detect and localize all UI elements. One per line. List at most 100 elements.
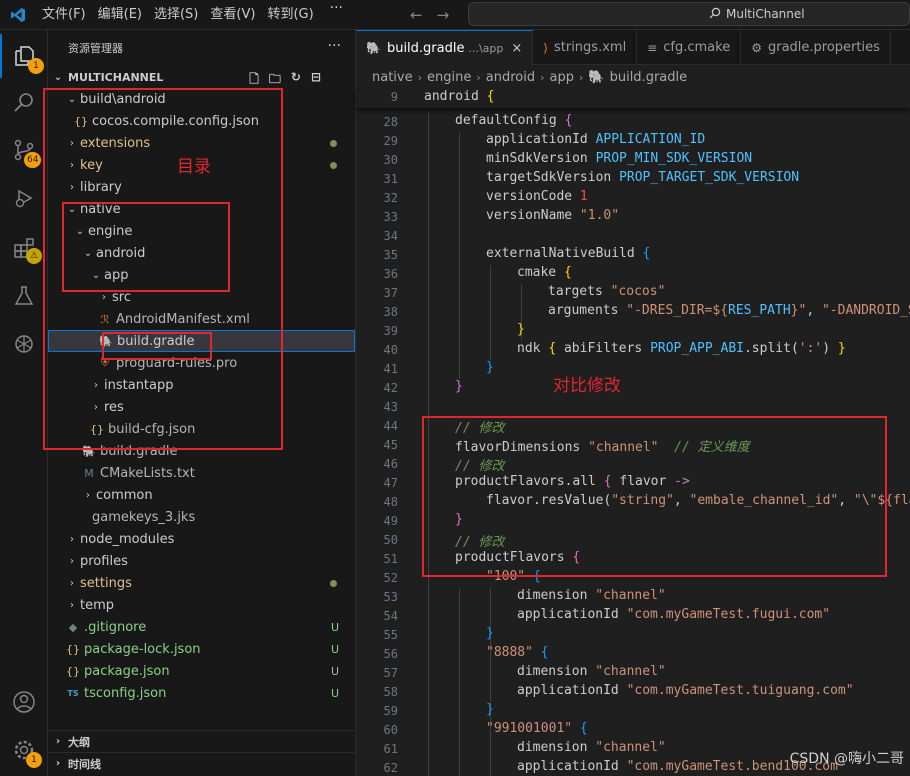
tree-item[interactable]: › res: [48, 396, 355, 418]
code-line: // 修改: [455, 535, 505, 550]
code-editor[interactable]: 28 defaultConfig {29 applicationId APPLICA…: [356, 113, 910, 776]
tab-build-gradle[interactable]: 🐘 build.gradle ...\app ×: [356, 30, 534, 65]
tab-gradle-properties[interactable]: ⚙ gradle.properties: [741, 30, 891, 65]
tree-item[interactable]: ⌄ app: [48, 264, 355, 286]
workspace-header[interactable]: ⌄ MULTICHANNEL 🗋 🗀 ↻ ⊟: [48, 66, 355, 88]
search-activity-button[interactable]: [0, 80, 48, 124]
breadcrumb-item[interactable]: native: [372, 70, 413, 85]
sticky-scroll-line[interactable]: 9 android {: [356, 89, 910, 108]
menu-go[interactable]: 转到(G): [261, 0, 319, 30]
manage-activity-button[interactable]: 1: [0, 728, 48, 772]
line-number: 59: [383, 704, 398, 718]
chevron-right-icon: ›: [94, 401, 98, 413]
extensions-activity-button[interactable]: ⚠: [0, 226, 48, 270]
line-number: 44: [383, 419, 398, 433]
flask-icon: [14, 286, 34, 305]
tree-item[interactable]: ⌄ build\android: [48, 88, 355, 110]
menu-file[interactable]: 文件(F): [36, 0, 92, 30]
cmake-file-icon: M: [84, 466, 94, 480]
code-line: dimension "channel": [517, 588, 666, 603]
tree-item[interactable]: › settings: [48, 572, 355, 594]
scm-badge: 64: [24, 152, 42, 168]
tree-item[interactable]: {} package.json U: [48, 660, 355, 682]
source-control-activity-button[interactable]: 64: [0, 128, 48, 172]
tree-item[interactable]: M CMakeLists.txt: [48, 462, 355, 484]
tree-item[interactable]: ◆ .gitignore U: [48, 616, 355, 638]
tree-item[interactable]: ℛ AndroidManifest.xml: [48, 308, 355, 330]
outline-section-header[interactable]: › 大纲: [48, 730, 355, 752]
tree-item[interactable]: ⌄ engine: [48, 220, 355, 242]
tree-item[interactable]: ⛨ proguard-rules.pro: [48, 352, 355, 374]
testing-activity-button[interactable]: [0, 274, 48, 318]
timeline-section-header[interactable]: › 时间线: [48, 752, 355, 774]
tab-cfg-cmake[interactable]: ≡ cfg.cmake: [637, 30, 742, 65]
tree-item[interactable]: {} package-lock.json U: [48, 638, 355, 660]
tree-item-label: .gitignore: [84, 619, 147, 635]
code-line: ndk { abiFilters PROP_APP_ABI.split(':')…: [517, 341, 846, 356]
tree-item[interactable]: › node_modules: [48, 528, 355, 550]
code-line: externalNativeBuild {: [486, 246, 651, 261]
line-number: 33: [383, 210, 398, 224]
command-center-search[interactable]: MultiChannel: [468, 2, 910, 26]
proguard-file-icon: ⛨: [100, 356, 110, 369]
explorer-more-button[interactable]: ···: [328, 38, 341, 54]
back-arrow-icon[interactable]: ←: [410, 6, 423, 24]
line-number: 61: [383, 742, 398, 756]
code-line: // 修改: [455, 459, 505, 474]
modified-dot-icon: [330, 139, 337, 147]
annotation-directory-label: 目录: [177, 157, 211, 177]
chevron-right-icon: ›: [55, 758, 61, 769]
tree-item[interactable]: › temp: [48, 594, 355, 616]
breadcrumb-item[interactable]: build.gradle: [610, 70, 688, 85]
json-file-icon: {}: [90, 422, 104, 436]
annotation-diff-label: 对比修改: [553, 376, 621, 396]
tree-item[interactable]: › extensions: [48, 132, 355, 154]
code-line: targetSdkVersion PROP_TARGET_SDK_VERSION: [486, 170, 800, 185]
tree-item[interactable]: 🐘 build.gradle: [48, 330, 355, 352]
tree-item[interactable]: › profiles: [48, 550, 355, 572]
breadcrumb-item[interactable]: android: [486, 70, 535, 85]
chevron-right-icon: ›: [70, 137, 74, 149]
code-line: "991001001" {: [486, 721, 588, 736]
tab-strings-xml[interactable]: ⟩ strings.xml: [533, 30, 638, 65]
tree-item[interactable]: 🐘 build.gradle: [48, 440, 355, 462]
breadcrumb-item[interactable]: app: [550, 70, 574, 85]
indent-guide: [459, 588, 460, 776]
ai-chat-activity-button[interactable]: [0, 322, 48, 366]
close-icon[interactable]: ×: [511, 41, 522, 56]
breadcrumb-item[interactable]: engine: [427, 70, 471, 85]
tree-item[interactable]: gamekeys_3.jks: [48, 506, 355, 528]
tree-item-label: app: [104, 267, 129, 283]
tree-item-label: settings: [80, 575, 132, 591]
tree-item[interactable]: TS tsconfig.json U: [48, 682, 355, 704]
chevron-right-icon: ›: [102, 291, 106, 303]
accounts-activity-button[interactable]: [0, 680, 48, 724]
tree-item[interactable]: {} build-cfg.json: [48, 418, 355, 440]
chevron-right-icon: ›: [70, 577, 74, 589]
code-line: }: [486, 626, 494, 641]
tree-item-label: proguard-rules.pro: [116, 355, 238, 371]
json-file-icon: {}: [66, 642, 80, 656]
run-debug-activity-button[interactable]: [0, 176, 48, 220]
gear-icon: ⚙: [751, 40, 762, 55]
tree-item[interactable]: › common: [48, 484, 355, 506]
tree-item[interactable]: {} cocos.compile.config.json: [48, 110, 355, 132]
menu-more-button[interactable]: ···: [320, 0, 353, 30]
tree-item[interactable]: › instantapp: [48, 374, 355, 396]
tree-item[interactable]: › src: [48, 286, 355, 308]
code-line: productFlavors {: [455, 550, 581, 565]
tree-item[interactable]: › library: [48, 176, 355, 198]
forward-arrow-icon[interactable]: →: [437, 6, 450, 24]
menu-view[interactable]: 查看(V): [204, 0, 261, 30]
code-line: dimension "channel": [517, 740, 666, 755]
line-number: 36: [383, 267, 398, 281]
line-number: 56: [383, 647, 398, 661]
menu-selection[interactable]: 选择(S): [148, 0, 204, 30]
code-line: }: [455, 512, 463, 527]
tree-item[interactable]: ⌄ android: [48, 242, 355, 264]
tree-item-label: extensions: [80, 135, 151, 151]
tab-label: cfg.cmake: [663, 40, 731, 55]
tree-item[interactable]: ⌄ native: [48, 198, 355, 220]
menu-edit[interactable]: 编辑(E): [92, 0, 148, 30]
explorer-activity-button[interactable]: 1: [0, 34, 48, 78]
